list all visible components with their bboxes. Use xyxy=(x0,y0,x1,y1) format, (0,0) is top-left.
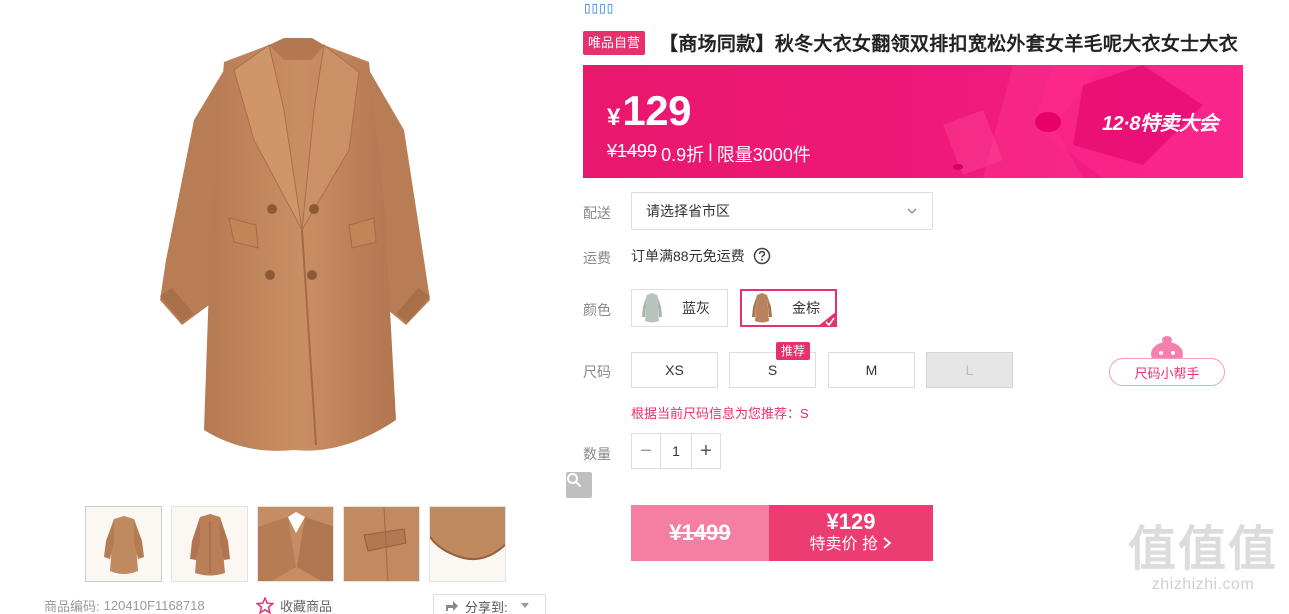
thumb-back-image xyxy=(172,507,247,581)
self-operated-badge: 唯品自营 xyxy=(583,30,646,55)
chevron-down-icon xyxy=(907,208,917,214)
watermark-url: zhizhizhi.com xyxy=(1151,576,1255,593)
quantity-decrease-button[interactable]: − xyxy=(632,434,660,468)
delivery-label: 配送 xyxy=(583,205,611,221)
size-helper-button[interactable]: 尺码小帮手 xyxy=(1108,334,1226,388)
site-watermark: 值值值 zhizhizhi.com xyxy=(1128,524,1278,594)
shipping-label: 运费 xyxy=(583,250,611,266)
magnifier-icon xyxy=(567,473,582,488)
size-recommendation: 根据当前尺码信息为您推荐：S xyxy=(631,406,809,421)
buy-original-price: ¥1499 xyxy=(631,505,769,561)
product-title: 【商场同款】秋冬大衣女翻领双排扣宽松外套女羊毛呢大衣女士大衣 xyxy=(659,34,1239,55)
zoom-button[interactable] xyxy=(566,472,592,498)
thumb-pocket-image xyxy=(344,507,419,581)
buy-button[interactable]: ¥129 特卖价 抢 xyxy=(769,505,933,561)
color-name: 金棕 xyxy=(792,300,820,316)
thumbnail-5[interactable] xyxy=(429,506,506,582)
product-code-label: 商品编码: xyxy=(44,599,100,614)
quantity-value[interactable]: 1 xyxy=(660,434,692,468)
quantity-label: 数量 xyxy=(583,446,611,462)
recommended-tag: 推荐 xyxy=(776,342,811,360)
buy-sale-price: ¥129 xyxy=(826,509,876,534)
buy-action-row: 特卖价 抢 xyxy=(810,534,893,556)
shipping-text: 订单满88元免运费 xyxy=(631,248,745,264)
favorite-button[interactable]: 收藏商品 xyxy=(256,596,332,614)
sale-event-name: 12·8特卖大会 xyxy=(1102,113,1219,135)
color-label: 颜色 xyxy=(583,302,611,318)
thumb-collar-image xyxy=(258,507,333,581)
coat-illustration xyxy=(160,38,430,451)
price-value: 129 xyxy=(622,87,691,134)
color-option-golden-brown[interactable]: 金棕 xyxy=(740,289,837,327)
size-option-l[interactable]: L xyxy=(926,352,1013,388)
watermark-logo: 值值值 xyxy=(1128,523,1279,576)
size-label: 尺码 xyxy=(583,364,611,380)
quantity-increase-button[interactable]: + xyxy=(692,434,720,468)
main-product-image[interactable] xyxy=(44,0,592,498)
thumbnail-3[interactable] xyxy=(257,506,334,582)
share-icon xyxy=(446,601,458,611)
current-price: ¥ 129 xyxy=(607,87,691,135)
top-icons[interactable]: ▯▯▯▯ xyxy=(584,1,614,15)
size-option-m[interactable]: M xyxy=(828,352,915,388)
golden-brown-swatch xyxy=(752,293,772,323)
thumbnail-1[interactable] xyxy=(85,506,162,582)
color-name: 蓝灰 xyxy=(682,300,710,316)
buy-action-label: 特卖价 抢 xyxy=(809,536,878,553)
caret-down-icon xyxy=(520,603,529,608)
size-option-xs[interactable]: XS xyxy=(631,352,718,388)
color-option-blue-gray[interactable]: 蓝灰 xyxy=(631,289,728,327)
title-row: 唯品自营 【商场同款】秋冬大衣女翻领双排扣宽松外套女羊毛呢大衣女士大衣 xyxy=(583,29,1238,56)
thumb-hem-image xyxy=(430,507,505,581)
quantity-stepper: − 1 + xyxy=(631,433,721,469)
region-select[interactable]: 请选择省市区 xyxy=(631,192,933,230)
thumbnail-4[interactable] xyxy=(343,506,420,582)
favorite-label: 收藏商品 xyxy=(280,599,333,614)
share-button[interactable]: 分享到: xyxy=(433,594,546,614)
product-code-value: 120410F1168718 xyxy=(103,598,205,613)
thumbnail-2[interactable] xyxy=(171,506,248,582)
thumbnail-strip xyxy=(85,506,506,582)
help-icon[interactable] xyxy=(753,247,771,265)
product-code-row: 商品编码: 120410F1168718 xyxy=(44,596,205,614)
selected-check-icon xyxy=(817,311,837,327)
thumb-front-image xyxy=(86,507,161,581)
share-label: 分享到: xyxy=(465,599,508,614)
price-banner: ¥ 129 ¥1499 0.9折 | 限量3000件 12·8特卖大会 xyxy=(583,65,1243,178)
shipping-info: 订单满88元免运费 xyxy=(631,246,771,266)
region-select-value: 请选择省市区 xyxy=(646,203,730,219)
blue-gray-swatch xyxy=(642,293,662,323)
discount-text: 0.9折 xyxy=(661,145,705,165)
size-helper-label: 尺码小帮手 xyxy=(1109,358,1225,386)
price-details: ¥1499 0.9折 | 限量3000件 xyxy=(607,141,811,167)
star-icon xyxy=(256,597,274,614)
chevron-right-icon xyxy=(883,537,892,549)
price-separator: | xyxy=(708,141,713,161)
original-price: ¥1499 xyxy=(607,141,658,161)
currency-symbol: ¥ xyxy=(607,104,621,131)
limit-text: 限量3000件 xyxy=(716,145,811,165)
